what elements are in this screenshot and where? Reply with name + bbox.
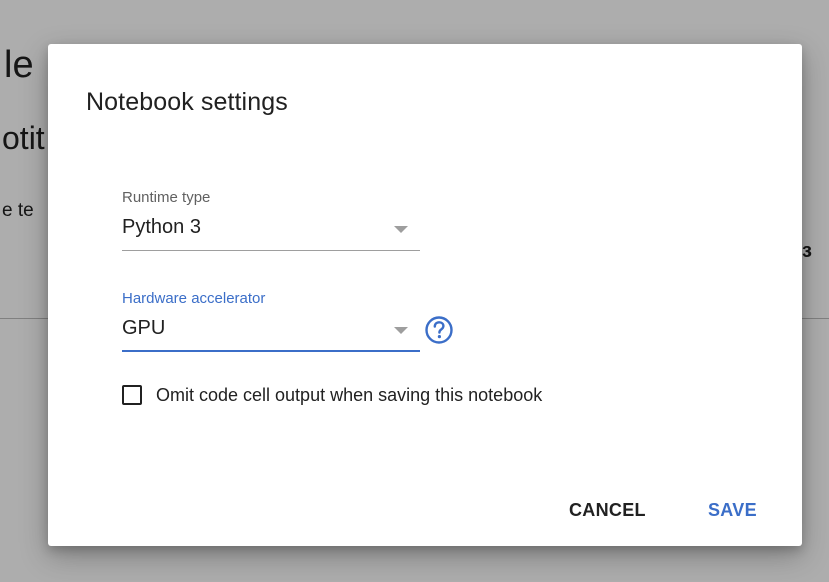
hardware-accelerator-value: GPU [122, 317, 166, 339]
runtime-type-field[interactable]: Runtime type Python 3 [122, 189, 420, 251]
omit-output-option[interactable]: Omit code cell output when saving this n… [122, 382, 542, 408]
runtime-type-label: Runtime type [122, 189, 211, 206]
hardware-accelerator-select[interactable]: GPU [122, 315, 420, 352]
hardware-accelerator-field[interactable]: Hardware accelerator GPU [122, 290, 420, 352]
save-button[interactable]: SAVE [700, 494, 765, 527]
hardware-accelerator-label: Hardware accelerator [122, 290, 266, 307]
dropdown-arrow-icon[interactable] [394, 226, 408, 233]
runtime-type-value: Python 3 [122, 216, 201, 238]
cancel-button[interactable]: CANCEL [561, 494, 654, 527]
notebook-settings-dialog: Notebook settings Runtime type Python 3 … [48, 44, 802, 546]
dialog-title: Notebook settings [86, 88, 288, 116]
omit-output-label[interactable]: Omit code cell output when saving this n… [156, 385, 542, 406]
help-icon[interactable] [424, 315, 454, 345]
runtime-type-select[interactable]: Python 3 [122, 214, 420, 251]
dropdown-arrow-icon[interactable] [394, 327, 408, 334]
omit-output-checkbox[interactable] [122, 385, 142, 405]
